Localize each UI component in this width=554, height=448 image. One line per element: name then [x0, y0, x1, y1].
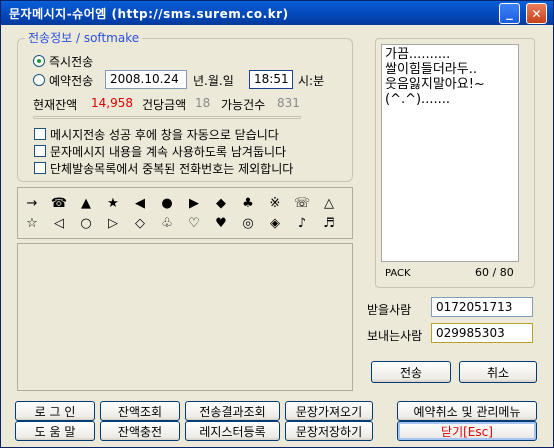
symbol-button[interactable]: ◎	[239, 216, 257, 232]
symbol-button[interactable]: ●	[158, 196, 176, 212]
symbol-button[interactable]: ♬	[320, 216, 338, 232]
reserve-date-input[interactable]: 2008.10.24	[105, 70, 187, 89]
auto-close-checkbox[interactable]	[34, 128, 46, 140]
sender-label: 보내는사람	[367, 329, 423, 343]
symbol-button[interactable]: ♪	[293, 216, 311, 232]
exclude-duplicates-label: 단체발송목록에서 중복된 전화번호는 제외합니다	[50, 162, 294, 176]
login-button[interactable]: 로 그 인	[15, 401, 95, 421]
available-count-value: 831	[277, 96, 300, 110]
symbol-button[interactable]: ◆	[212, 196, 230, 212]
immediate-send-radio[interactable]	[33, 55, 45, 67]
exclude-duplicates-checkbox[interactable]	[34, 162, 46, 174]
symbol-button[interactable]: ☆	[23, 216, 41, 232]
reserve-send-radio[interactable]	[33, 74, 45, 86]
date-unit-label: 년.월.일	[193, 74, 234, 88]
symbol-button[interactable]: ▶	[185, 196, 203, 212]
available-count-label: 가능건수	[221, 98, 266, 112]
byte-counter: 60 / 80	[475, 266, 514, 279]
symbol-button[interactable]: ○	[77, 216, 95, 232]
balance-check-button[interactable]: 잔액조회	[100, 401, 180, 421]
message-text: 가끔.......... 쌀이힘들더라두.. 웃음잃지말아요!~ (^.^)..…	[385, 47, 485, 107]
immediate-send-label: 즉시전송	[49, 55, 94, 69]
minimize-icon: _	[506, 6, 513, 21]
keep-message-checkbox[interactable]	[34, 145, 46, 157]
symbol-button[interactable]: ◁	[50, 216, 68, 232]
minimize-button[interactable]: _	[499, 3, 520, 24]
send-button[interactable]: 전송	[371, 361, 451, 383]
sender-input[interactable]: 029985303	[431, 323, 533, 343]
recharge-button[interactable]: 잔액충전	[100, 421, 180, 441]
close-window-button[interactable]: ✕	[526, 3, 547, 24]
symbol-button[interactable]: ♡	[185, 216, 203, 232]
symbol-button[interactable]: △	[320, 196, 338, 212]
registry-button[interactable]: 레지스터등록	[185, 421, 280, 441]
title-bar: 문자메시지-슈어엠 (http://sms.surem.co.kr) _ ✕	[1, 1, 553, 25]
symbol-button[interactable]: ☏	[293, 196, 311, 212]
symbol-button[interactable]: ♥	[212, 216, 230, 232]
save-sentence-button[interactable]: 문장저장하기	[285, 421, 373, 441]
symbol-button[interactable]: ♣	[239, 196, 257, 212]
unit-price-label: 건당금액	[142, 98, 187, 112]
pack-label: PACK	[385, 268, 411, 279]
symbol-button[interactable]: ◇	[131, 216, 149, 232]
symbol-button[interactable]: ★	[104, 196, 122, 212]
balance-separator	[33, 116, 301, 119]
symbol-button[interactable]: ▲	[77, 196, 95, 212]
balance-label: 현재잔액	[33, 98, 78, 112]
receiver-input[interactable]: 0172051713	[431, 297, 533, 317]
keep-message-label: 문자메시지 내용을 계속 사용하도록 남겨둡니다	[50, 145, 287, 159]
receiver-label: 받을사람	[367, 303, 412, 317]
reservation-manage-button[interactable]: 예약취소 및 관리메뉴	[397, 401, 537, 421]
time-unit-label: 시:분	[298, 74, 325, 88]
close-esc-button[interactable]: 닫기[Esc]	[397, 421, 537, 441]
help-button[interactable]: 도 움 말	[15, 421, 95, 441]
unit-price-value: 18	[195, 96, 211, 110]
symbol-button[interactable]: →	[23, 196, 41, 212]
load-sentence-button[interactable]: 문장가져오기	[285, 401, 373, 421]
balance-value: 14,958	[91, 96, 133, 110]
cancel-button[interactable]: 취소	[459, 361, 537, 383]
symbol-button[interactable]: ◀	[131, 196, 149, 212]
symbol-button[interactable]: ▷	[104, 216, 122, 232]
send-result-button[interactable]: 전송결과조회	[185, 401, 280, 421]
symbol-button[interactable]: ◈	[266, 216, 284, 232]
close-icon: ✕	[531, 6, 542, 21]
reserve-time-input[interactable]: 18:51	[249, 70, 293, 89]
symbol-button[interactable]: ☎	[50, 196, 68, 212]
send-info-legend: 전송정보 / softmake	[25, 29, 143, 46]
reserve-send-label: 예약전송	[49, 74, 94, 88]
window-title: 문자메시지-슈어엠 (http://sms.surem.co.kr)	[9, 7, 289, 21]
symbol-button[interactable]: ♧	[158, 216, 176, 232]
symbol-button[interactable]: ※	[266, 196, 284, 212]
group-recipient-list[interactable]	[17, 243, 353, 391]
auto-close-label: 메시지전송 성공 후에 창을 자동으로 닫습니다	[50, 128, 279, 142]
main-window: 문자메시지-슈어엠 (http://sms.surem.co.kr) _ ✕ 전…	[0, 0, 554, 448]
